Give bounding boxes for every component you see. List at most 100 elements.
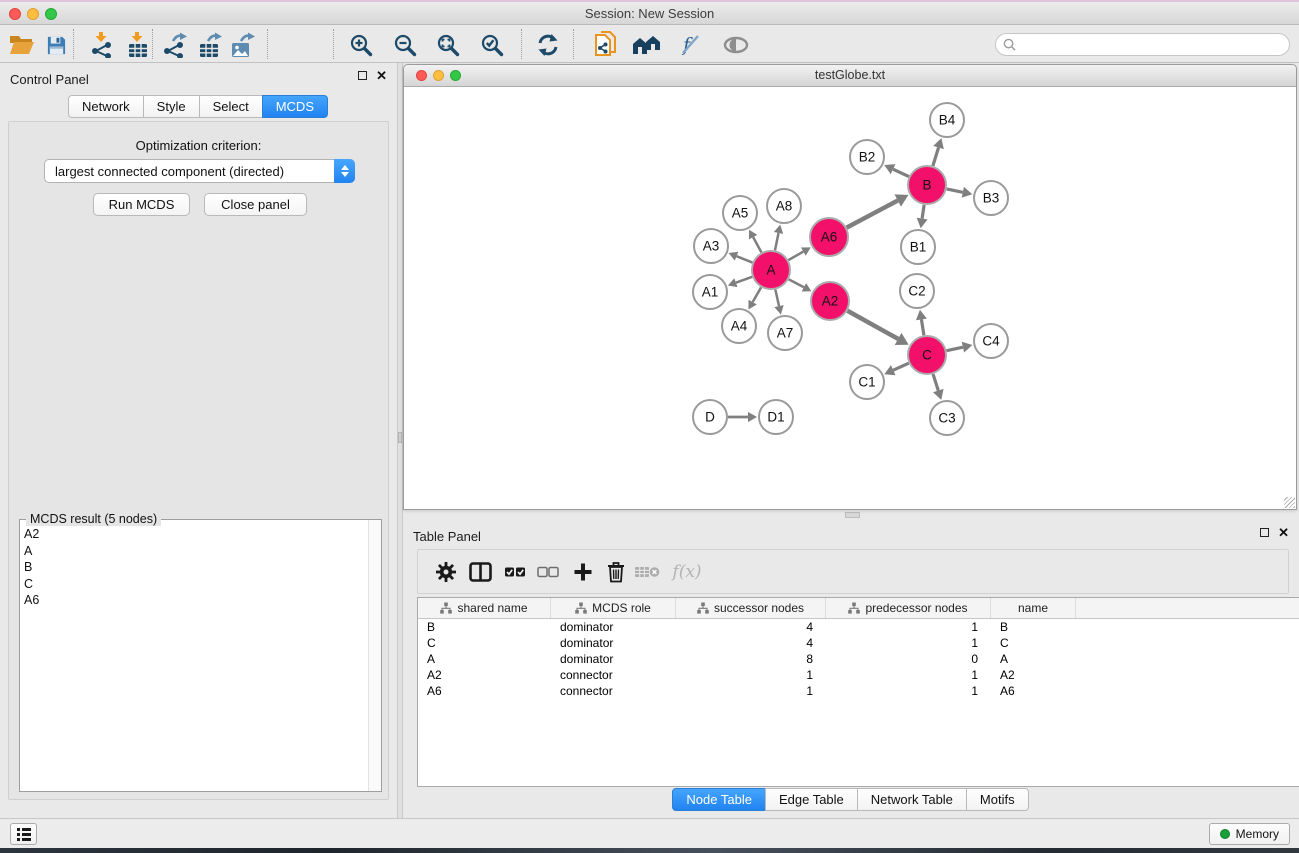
column-layout-button[interactable] — [465, 558, 495, 586]
run-mcds-button[interactable]: Run MCDS — [93, 193, 190, 216]
mcds-result-item[interactable]: C — [24, 576, 368, 593]
graph-edge-A-A4[interactable] — [753, 287, 761, 302]
graph-edge-C-C2[interactable] — [921, 319, 923, 335]
graph-edge-B-B4[interactable] — [933, 147, 939, 165]
graph-edge-A-A5[interactable] — [753, 237, 761, 252]
graph-edge-C-C1[interactable] — [893, 363, 909, 370]
export-image-button[interactable] — [226, 29, 260, 61]
table-cell[interactable]: 1 — [826, 668, 991, 682]
zoom-fit-button[interactable] — [431, 29, 465, 61]
graph-edge-A-A7[interactable] — [775, 290, 779, 307]
float-table-panel-icon[interactable] — [1260, 528, 1269, 537]
search-input[interactable] — [1016, 38, 1289, 52]
mcds-result-scrollbar[interactable] — [368, 520, 381, 791]
column-header-MCDS-role[interactable]: MCDS role — [551, 598, 676, 618]
add-column-button[interactable] — [568, 558, 598, 586]
graph-edge-A-A1[interactable] — [736, 277, 752, 283]
zoom-selected-button[interactable] — [475, 29, 509, 61]
deselect-all-button[interactable] — [533, 558, 563, 586]
graph-edge-A6-B[interactable] — [847, 201, 898, 228]
table-cell[interactable]: 8 — [676, 652, 826, 666]
split-handle[interactable] — [398, 432, 402, 443]
delete-column-button[interactable] — [601, 558, 631, 586]
tab-select[interactable]: Select — [199, 95, 263, 118]
open-file-button[interactable] — [5, 29, 39, 61]
table-cell[interactable]: A — [991, 652, 1076, 666]
column-header-successor-nodes[interactable]: successor nodes — [676, 598, 826, 618]
table-tab-network-table[interactable]: Network Table — [857, 788, 967, 811]
table-tab-edge-table[interactable]: Edge Table — [765, 788, 858, 811]
graph-edge-A2-C[interactable] — [847, 311, 898, 339]
mcds-result-item[interactable]: A — [24, 543, 368, 560]
table-cell[interactable]: A2 — [991, 668, 1076, 682]
tab-style[interactable]: Style — [143, 95, 200, 118]
horizontal-split-handle[interactable] — [845, 512, 860, 518]
table-cell[interactable]: A6 — [418, 684, 551, 698]
network-canvas[interactable]: AA1A2A3A4A5A6A7A8BB1B2B3B4CC1C2C3C4DD1 — [405, 87, 1296, 509]
table-cell[interactable]: B — [418, 620, 551, 634]
import-table-button[interactable] — [121, 29, 155, 61]
graph-edge-B-B2[interactable] — [893, 169, 909, 176]
table-cell[interactable]: C — [991, 636, 1076, 650]
zoom-out-button[interactable] — [388, 29, 422, 61]
mcds-result-item[interactable]: B — [24, 559, 368, 576]
table-row[interactable]: A6connector11A6 — [418, 683, 1299, 699]
column-header-name[interactable]: name — [991, 598, 1076, 618]
graph-edge-B-B3[interactable] — [947, 189, 963, 192]
mcds-result-item[interactable]: A6 — [24, 592, 368, 609]
graph-edge-B-B1[interactable] — [922, 205, 924, 219]
window-resize-grip[interactable] — [1284, 497, 1295, 508]
table-tab-node-table[interactable]: Node Table — [672, 788, 766, 811]
table-cell[interactable]: dominator — [551, 620, 676, 634]
import-network-button[interactable] — [85, 29, 119, 61]
tab-mcds[interactable]: MCDS — [262, 95, 328, 118]
export-network-button[interactable] — [158, 29, 192, 61]
table-cell[interactable]: 1 — [826, 620, 991, 634]
graph-edge-A-A8[interactable] — [775, 233, 779, 250]
table-cell[interactable]: connector — [551, 684, 676, 698]
graph-edge-C-C4[interactable] — [947, 347, 963, 351]
table-cell[interactable]: 1 — [676, 684, 826, 698]
table-cell[interactable]: 4 — [676, 636, 826, 650]
close-panel-icon[interactable]: ✕ — [376, 71, 387, 80]
graph-edge-A-A3[interactable] — [737, 256, 753, 262]
task-history-button[interactable] — [10, 823, 37, 845]
apply-function-button[interactable]: f(x) — [666, 558, 708, 586]
table-row[interactable]: Bdominator41B — [418, 619, 1299, 635]
mcds-result-list[interactable]: A2ABCA6 — [20, 522, 368, 791]
table-row[interactable]: A2connector11A2 — [418, 667, 1299, 683]
memory-button[interactable]: Memory — [1209, 823, 1290, 845]
table-cell[interactable]: 1 — [826, 636, 991, 650]
search-field[interactable] — [995, 33, 1290, 56]
tab-network[interactable]: Network — [68, 95, 144, 118]
table-cell[interactable]: dominator — [551, 652, 676, 666]
table-cell[interactable]: A6 — [991, 684, 1076, 698]
table-cell[interactable]: 0 — [826, 652, 991, 666]
optimization-criterion-dropdown[interactable]: largest connected component (directed) — [44, 159, 355, 183]
table-tab-motifs[interactable]: Motifs — [966, 788, 1029, 811]
network-window-titlebar[interactable]: testGlobe.txt — [404, 65, 1296, 87]
delete-table-button[interactable] — [632, 558, 662, 586]
save-session-button[interactable] — [39, 29, 73, 61]
table-row[interactable]: Cdominator41C — [418, 635, 1299, 651]
export-table-button[interactable] — [193, 29, 227, 61]
table-cell[interactable]: B — [991, 620, 1076, 634]
graph-edge-A-A6[interactable] — [788, 252, 803, 261]
table-row[interactable]: Adominator80A — [418, 651, 1299, 667]
refresh-button[interactable] — [531, 29, 565, 61]
close-table-panel-icon[interactable]: ✕ — [1278, 528, 1289, 537]
table-cell[interactable]: 1 — [676, 668, 826, 682]
home-button[interactable] — [630, 29, 664, 61]
table-cell[interactable]: 1 — [826, 684, 991, 698]
float-panel-icon[interactable] — [358, 71, 367, 80]
table-cell[interactable]: C — [418, 636, 551, 650]
network-overview-button[interactable] — [588, 29, 622, 61]
column-header-shared-name[interactable]: shared name — [418, 598, 551, 618]
table-cell[interactable]: A2 — [418, 668, 551, 682]
table-cell[interactable]: dominator — [551, 636, 676, 650]
table-settings-button[interactable] — [431, 558, 461, 586]
show-hide-button[interactable] — [719, 29, 753, 61]
close-panel-button[interactable]: Close panel — [204, 193, 307, 216]
table-cell[interactable]: connector — [551, 668, 676, 682]
select-all-button[interactable] — [500, 558, 530, 586]
